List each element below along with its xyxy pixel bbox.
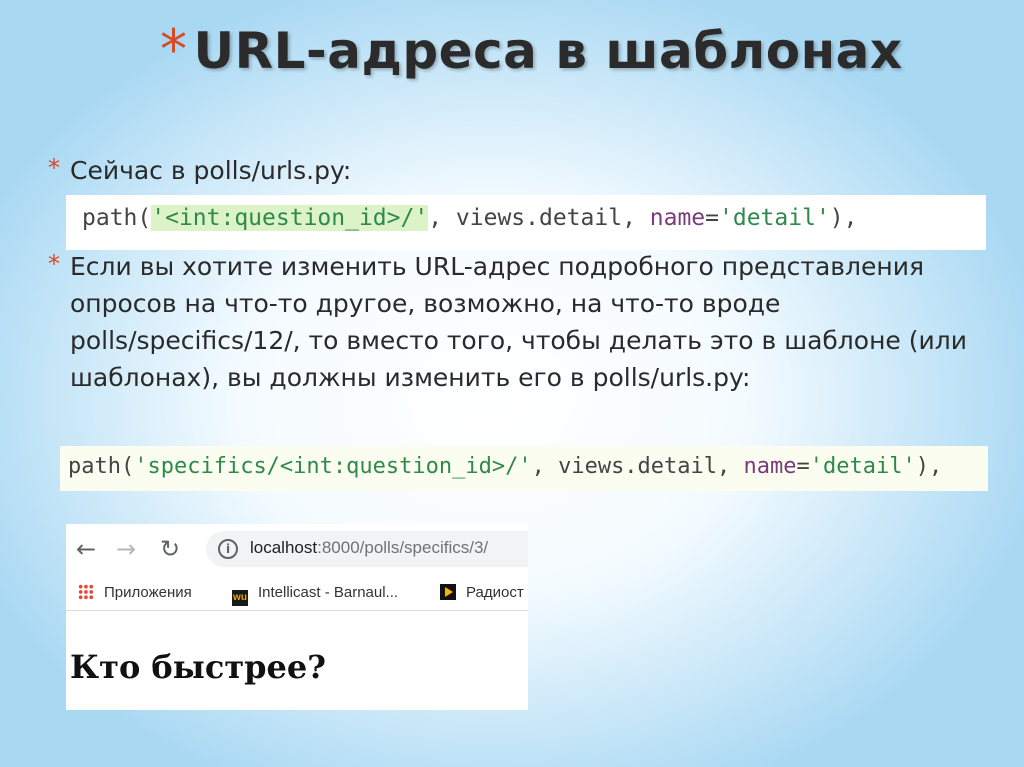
url-text[interactable]: localhost:8000/polls/specifics/3/ bbox=[250, 538, 488, 558]
code-string: 'detail' bbox=[809, 454, 916, 479]
code-string: 'specifics/<int:question_id>/' bbox=[134, 454, 532, 479]
address-bar[interactable]: i localhost:8000/polls/specifics/3/ bbox=[206, 531, 528, 567]
code-keyword: name bbox=[743, 454, 797, 479]
code-keyword: name bbox=[649, 205, 706, 231]
wu-icon: wu bbox=[232, 590, 248, 606]
code-token: = bbox=[705, 205, 720, 231]
bullet-text: Сейчас в polls/urls.py: bbox=[70, 156, 352, 185]
browser-screenshot: ← → ↻ i localhost:8000/polls/specifics/3… bbox=[66, 524, 528, 710]
title-star-icon: * bbox=[160, 18, 188, 81]
bookmark-label: Intellicast - Barnaul... bbox=[258, 584, 399, 601]
bullet-change-url: * Если вы хотите изменить URL-адрес подр… bbox=[48, 248, 998, 396]
browser-toolbar: ← → ↻ i localhost:8000/polls/specifics/3… bbox=[66, 524, 528, 574]
code-token: ), bbox=[829, 205, 858, 231]
bullet-star-icon: * bbox=[48, 154, 60, 182]
play-icon bbox=[440, 584, 456, 600]
code-token: path( bbox=[68, 454, 135, 479]
back-arrow-icon[interactable]: ← bbox=[76, 537, 96, 561]
bookmarks-bar: Приложения wu Intellicast - Barnaul... Ра… bbox=[66, 576, 528, 611]
page-heading: Кто быстрее? bbox=[70, 648, 326, 686]
apps-grid-icon bbox=[78, 584, 94, 600]
bullet-current-urls: * Сейчас в polls/urls.py: bbox=[48, 152, 748, 189]
code-token: , views.detail, bbox=[531, 454, 744, 479]
bookmark-radio[interactable]: Радиост bbox=[440, 584, 524, 601]
url-host: localhost bbox=[250, 538, 318, 557]
bullet-text: Если вы хотите изменить URL-адрес подроб… bbox=[70, 252, 967, 392]
code-string: '<int:question_id>/' bbox=[151, 205, 429, 231]
bullet-star-icon: * bbox=[48, 250, 60, 278]
code-token: , views.detail, bbox=[428, 205, 650, 231]
title-text: URL-адреса в шаблонах bbox=[193, 22, 903, 80]
bookmark-intellicast[interactable]: wu Intellicast - Barnaul... bbox=[232, 584, 398, 606]
code-token: path( bbox=[82, 205, 152, 231]
code-string: 'detail' bbox=[719, 205, 830, 231]
code-snippet-specifics: path('specifics/<int:question_id>/', vie… bbox=[60, 446, 988, 491]
url-path: :8000/polls/specifics/3/ bbox=[317, 538, 489, 557]
slide-title: * URL-адреса в шаблонах bbox=[160, 18, 903, 81]
info-icon[interactable]: i bbox=[218, 539, 238, 559]
code-snippet-current: path('<int:question_id>/', views.detail,… bbox=[66, 195, 986, 250]
bookmark-label: Приложения bbox=[104, 584, 192, 601]
bookmark-apps[interactable]: Приложения bbox=[78, 584, 192, 601]
forward-arrow-icon[interactable]: → bbox=[116, 537, 136, 561]
code-token: ), bbox=[915, 454, 943, 479]
bookmark-label: Радиост bbox=[466, 584, 524, 601]
code-token: = bbox=[796, 454, 810, 479]
reload-icon[interactable]: ↻ bbox=[160, 537, 180, 561]
